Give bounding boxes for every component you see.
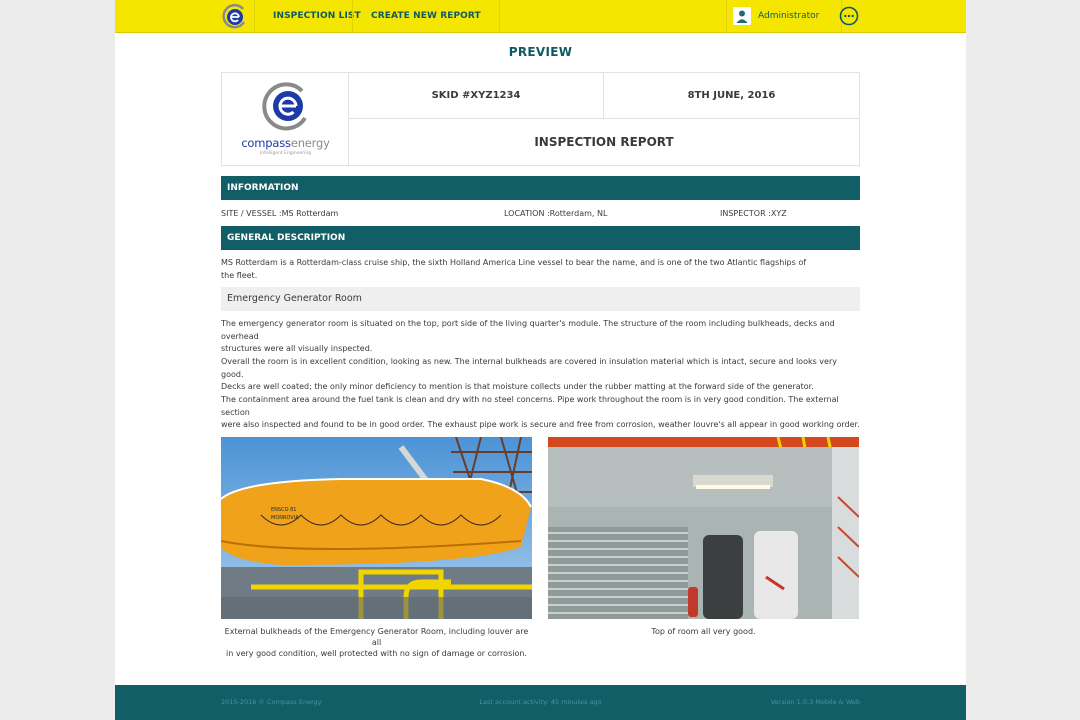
report-date: 8TH JUNE, 2016 xyxy=(604,73,859,119)
user-menu[interactable]: Administrator xyxy=(726,0,843,33)
photo-generator-room[interactable] xyxy=(548,437,859,619)
compass-energy-mark-icon xyxy=(262,82,307,131)
lifeboat-image: ENSCO 81 MONROVIA xyxy=(221,437,532,619)
report-header: compassenergy Intelligent Engineering SK… xyxy=(221,72,860,166)
general-description: MS Rotterdam is a Rotterdam-class cruise… xyxy=(221,258,807,280)
room-paragraph-3: The containment area around the fuel tan… xyxy=(221,395,860,429)
generator-room-image xyxy=(548,437,859,619)
app-window: INSPECTION LIST CREATE NEW REPORT Admini… xyxy=(115,0,966,720)
location: LOCATION :Rotterdam, NL xyxy=(504,209,608,218)
photo-caption-2: Top of room all very good. xyxy=(651,627,756,636)
report-title: INSPECTION REPORT xyxy=(534,135,674,149)
section-general-description-header: GENERAL DESCRIPTION xyxy=(221,226,860,250)
footer-version: Version 1.0.3 Mobile & Web xyxy=(770,698,860,706)
footer: 2015-2016 © Compass Energy Last account … xyxy=(115,685,966,720)
section-information-header: INFORMATION xyxy=(221,176,860,200)
user-avatar-icon xyxy=(733,7,751,25)
room-title: Emergency Generator Room xyxy=(221,287,860,311)
compass-energy-logo-icon[interactable] xyxy=(221,3,248,30)
photo-caption-1: External bulkheads of the Emergency Gene… xyxy=(224,627,529,658)
room-paragraph-1: The emergency generator room is situated… xyxy=(221,319,835,353)
brand-tagline: Intelligent Engineering xyxy=(259,151,312,156)
room-paragraph-2: Overall the room is in excellent conditi… xyxy=(221,357,837,391)
more-options-icon[interactable] xyxy=(839,6,859,26)
brand-logo: compassenergy Intelligent Engineering xyxy=(222,73,349,165)
top-nav-bar: INSPECTION LIST CREATE NEW REPORT Admini… xyxy=(115,0,966,33)
inspector: INSPECTOR :XYZ xyxy=(720,209,787,218)
page-title: PREVIEW xyxy=(508,45,573,59)
skid-id: SKID #XYZ1234 xyxy=(349,73,604,119)
site-vessel: SITE / VESSEL :MS Rotterdam xyxy=(221,209,339,218)
photo-lifeboat[interactable]: ENSCO 81 MONROVIA xyxy=(221,437,532,619)
user-name: Administrator xyxy=(758,11,820,21)
nav-create-new-report[interactable]: CREATE NEW REPORT xyxy=(352,0,500,33)
lifeboat-label-1: ENSCO 81 xyxy=(271,507,296,513)
lifeboat-label-2: MONROVIA xyxy=(271,515,299,521)
brand-wordmark: compassenergy xyxy=(241,136,330,150)
